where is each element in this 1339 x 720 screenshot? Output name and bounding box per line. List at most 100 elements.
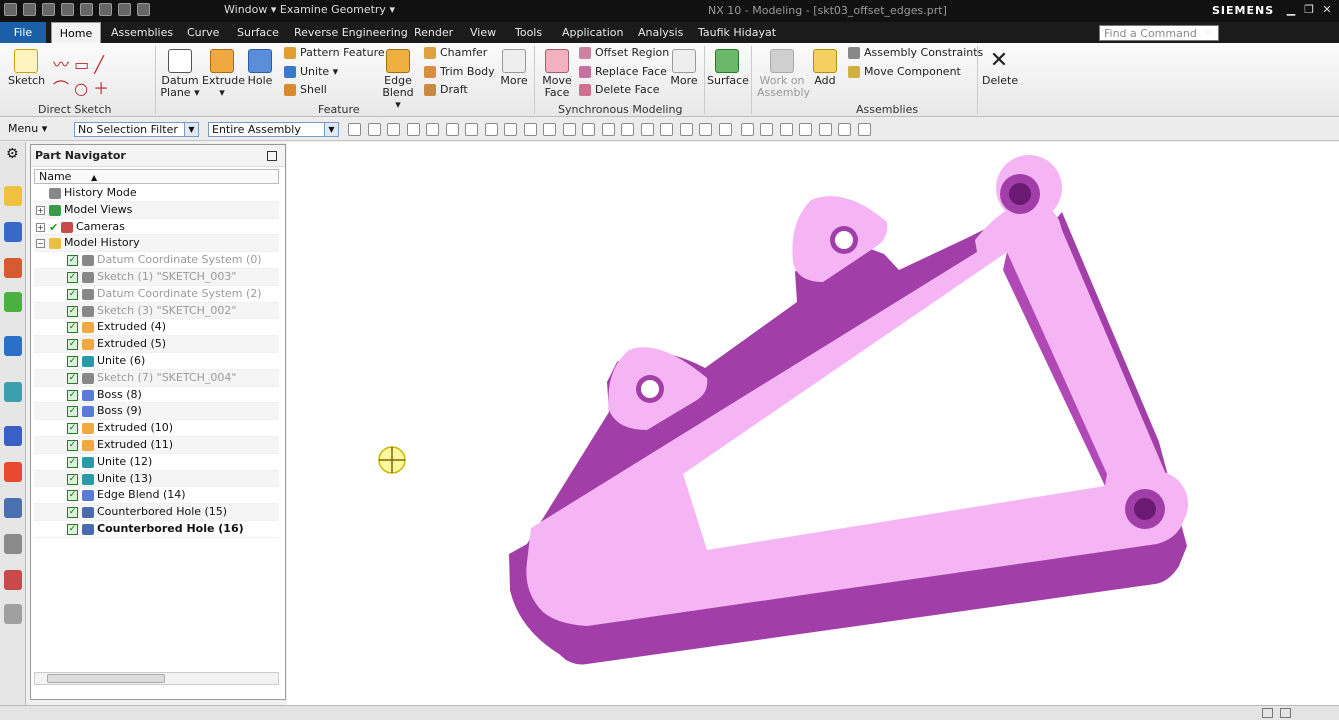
visibility-checkbox[interactable]: ✓	[67, 255, 78, 267]
paste-icon[interactable]	[99, 3, 112, 16]
tree-row[interactable]: ✓ Boss (9)	[34, 403, 279, 421]
feature-more-button[interactable]: More	[498, 49, 530, 87]
tree-row[interactable]: + Model Views	[34, 201, 279, 219]
visibility-checkbox[interactable]: ✓	[67, 456, 78, 468]
draft-button[interactable]: Draft	[424, 83, 468, 96]
snap-edge-icon[interactable]	[523, 123, 537, 136]
work-on-assembly-button[interactable]: Work on Assembly	[757, 49, 810, 99]
web-browser-icon[interactable]	[4, 336, 22, 356]
clock-icon[interactable]	[4, 426, 22, 446]
selection-filter-select[interactable]: No Selection Filter ▼	[74, 122, 199, 137]
spline-snap-icon[interactable]	[601, 123, 615, 136]
tree-row[interactable]: ✓ Sketch (1) "SKETCH_003"	[34, 268, 279, 286]
sketch-button[interactable]: Sketch	[8, 49, 45, 87]
tab-file[interactable]: File	[0, 22, 46, 43]
tree-row[interactable]: History Mode	[34, 185, 279, 202]
point-snap-icon[interactable]	[660, 123, 673, 136]
visibility-checkbox[interactable]: ✓	[67, 439, 78, 451]
face-select-icon[interactable]	[504, 123, 517, 136]
assembly-scope-select[interactable]: Entire Assembly ▼	[208, 122, 339, 137]
arc-snap-icon[interactable]	[582, 123, 595, 136]
visibility-checkbox[interactable]: ✓	[67, 271, 78, 283]
collapse-icon[interactable]: −	[36, 239, 45, 249]
rectangle-select-icon[interactable]	[445, 123, 459, 136]
manufacturing-wizard-icon[interactable]	[4, 498, 22, 518]
plus-snap-icon[interactable]	[679, 123, 693, 136]
tree-row[interactable]: ✓ Edge Blend (14)	[34, 487, 279, 505]
snap-icon[interactable]	[367, 123, 381, 136]
tree-row[interactable]: ✓ Unite (13)	[34, 470, 279, 488]
process-studio-icon[interactable]	[4, 462, 22, 482]
constraint-navigator-icon[interactable]	[4, 258, 22, 278]
copy-icon[interactable]	[80, 3, 93, 16]
palette-icon[interactable]	[4, 604, 22, 624]
system-scene-icon[interactable]	[4, 570, 22, 590]
close-icon[interactable]: ✕	[1318, 3, 1336, 17]
curve-snap-icon[interactable]	[562, 123, 576, 136]
box-select-icon[interactable]	[465, 123, 478, 136]
tab-application[interactable]: Application	[562, 22, 623, 43]
shell-button[interactable]: Shell	[284, 83, 327, 96]
assembly-constraints-button[interactable]: Assembly Constraints	[848, 46, 983, 59]
chamfer-button[interactable]: Chamfer	[424, 46, 487, 59]
part-navigator-icon[interactable]	[4, 186, 22, 206]
tab-taufik-hidayat[interactable]: Taufik Hidayat	[698, 22, 776, 43]
gear-icon[interactable]: ⚙	[6, 146, 19, 162]
tab-assemblies[interactable]: Assemblies	[111, 22, 173, 43]
delete-face-button[interactable]: Delete Face	[579, 83, 660, 96]
visibility-checkbox[interactable]: ✓	[67, 355, 78, 367]
tree-row[interactable]: ✓ Datum Coordinate System (2)	[34, 286, 279, 303]
intersection-snap-icon[interactable]	[621, 123, 634, 136]
rotate-icon[interactable]	[779, 123, 793, 136]
menu-button[interactable]: Menu ▾	[8, 122, 47, 135]
tab-render[interactable]: Render	[414, 22, 453, 43]
roles-icon[interactable]	[4, 534, 22, 554]
visibility-checkbox[interactable]: ✓	[67, 406, 78, 418]
trim-body-button[interactable]: Trim Body	[424, 65, 495, 78]
search-icon[interactable]: ⌕	[1205, 25, 1211, 39]
delete-button[interactable]: ✕ Delete	[982, 49, 1018, 87]
visibility-checkbox[interactable]: ✓	[67, 507, 78, 519]
tab-reverse-engineering[interactable]: Reverse Engineering	[294, 22, 408, 43]
visibility-checkbox[interactable]: ✓	[67, 523, 78, 535]
expand-icon[interactable]: +	[36, 222, 45, 232]
tree-row[interactable]: ✓ Extruded (11)	[34, 436, 279, 454]
move-component-button[interactable]: Move Component	[848, 65, 961, 78]
find-command-input[interactable]: Find a Command	[1099, 25, 1219, 41]
tab-analysis[interactable]: Analysis	[638, 22, 683, 43]
tree-row[interactable]: ✓ Datum Coordinate System (0)	[34, 252, 279, 269]
visibility-checkbox[interactable]: ✓	[67, 322, 78, 334]
tree-row[interactable]: ✓ Extruded (5)	[34, 336, 279, 353]
tree-row[interactable]: ✓ Counterbored Hole (16)	[34, 521, 279, 538]
graphics-window[interactable]	[287, 142, 1339, 705]
extrude-button[interactable]: Extrude ▾	[202, 49, 245, 99]
point-on-curve-icon[interactable]	[406, 123, 420, 136]
name-column-header[interactable]: Name ▲	[34, 169, 279, 184]
restore-icon[interactable]: ❐	[1300, 3, 1318, 17]
move-face-button[interactable]: Move Face	[540, 49, 574, 99]
tree-row[interactable]: + ✔ Cameras	[34, 219, 279, 236]
tree-row[interactable]: ✓ Counterbored Hole (15)	[34, 504, 279, 521]
tree-row[interactable]: ✓ Unite (6)	[34, 353, 279, 370]
save-icon[interactable]	[4, 3, 17, 16]
minimize-icon[interactable]: ▁	[1282, 3, 1300, 17]
cut-icon[interactable]	[61, 3, 74, 16]
visibility-checkbox[interactable]: ✓	[67, 490, 78, 502]
add-component-button[interactable]: Add	[811, 49, 839, 87]
redo-icon[interactable]	[42, 3, 55, 16]
visibility-checkbox[interactable]: ✓	[67, 288, 78, 300]
select-general-icon[interactable]	[348, 123, 361, 136]
sketch-curve-tools[interactable]: 〰 ▭ ╱ ⌒ ○ ＋	[53, 51, 137, 99]
hole-button[interactable]: Hole	[244, 49, 276, 87]
scrollbar-thumb[interactable]	[47, 674, 165, 683]
tree-row[interactable]: ✓ Unite (12)	[34, 454, 279, 471]
datum-plane-button[interactable]: Datum Plane ▾	[160, 49, 200, 99]
triangular-bracket-model[interactable]	[287, 142, 1339, 705]
line-snap-icon[interactable]	[543, 123, 556, 136]
tab-tools[interactable]: Tools	[515, 22, 542, 43]
feature-select-icon[interactable]	[387, 123, 400, 136]
surface-button[interactable]: Surface	[707, 49, 749, 87]
layers-icon[interactable]	[857, 123, 871, 136]
visibility-checkbox[interactable]: ✓	[67, 305, 78, 317]
unite-button[interactable]: Unite ▾	[284, 65, 338, 78]
